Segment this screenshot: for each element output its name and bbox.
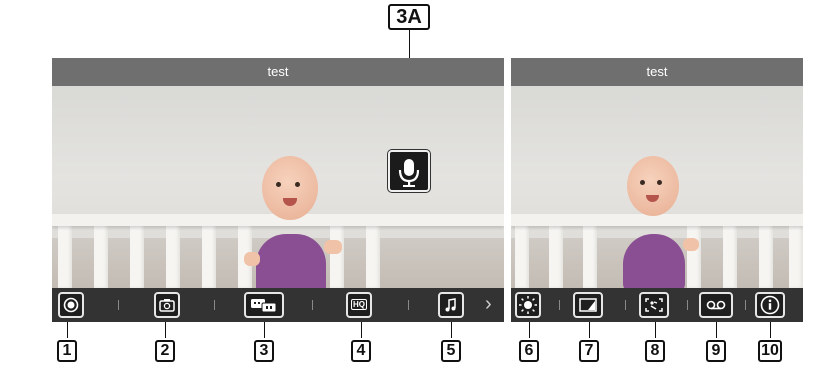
callout-1: 1 [57, 340, 77, 362]
callout-3a: 3A [388, 4, 430, 30]
camera-icon [159, 299, 175, 312]
brightness-icon [519, 296, 537, 314]
callout-6: 6 [519, 340, 539, 362]
music-note-icon [445, 298, 456, 312]
record-icon [63, 297, 79, 313]
leader-line [451, 322, 452, 338]
callout-9: 9 [706, 340, 726, 362]
lullaby-button[interactable] [438, 292, 464, 318]
leader-line [165, 322, 166, 338]
callout-2: 2 [155, 340, 175, 362]
leader-line [361, 322, 362, 338]
snapshot-button[interactable] [154, 292, 180, 318]
zoom-icon [579, 298, 597, 312]
voicemail-button[interactable] [699, 292, 733, 318]
pan-tilt-icon [645, 298, 663, 312]
camera-title-bar: test [511, 58, 803, 86]
talk-icon [251, 299, 277, 313]
leader-line [264, 322, 265, 338]
leader-line [67, 322, 68, 338]
callout-10: 10 [758, 340, 782, 362]
record-button[interactable] [58, 292, 84, 318]
microphone-icon [398, 159, 420, 187]
talk-active-indicator [388, 150, 430, 192]
hq-icon: HQ [351, 299, 367, 310]
voicemail-icon [706, 300, 726, 310]
pan-tilt-button[interactable] [639, 292, 669, 318]
leader-line [655, 322, 656, 338]
callout-3: 3 [254, 340, 274, 362]
leader-line [770, 322, 771, 338]
camera-video-feed[interactable] [511, 86, 803, 288]
callout-7: 7 [579, 340, 599, 362]
info-button[interactable] [755, 292, 785, 318]
hq-button[interactable]: HQ [346, 292, 372, 318]
info-icon [760, 295, 780, 315]
talk-button[interactable] [244, 292, 284, 318]
chevron-right-icon[interactable]: › [485, 293, 492, 316]
leader-line [716, 322, 717, 338]
camera-title-bar: test [52, 58, 504, 86]
camera-screen-left: test HQ › [52, 58, 504, 322]
left-toolbar: HQ › [52, 288, 504, 322]
camera-video-feed[interactable] [52, 86, 504, 288]
callout-8: 8 [645, 340, 665, 362]
camera-screen-right: test [511, 58, 803, 322]
leader-line [529, 322, 530, 338]
right-toolbar [511, 288, 803, 322]
callout-5: 5 [441, 340, 461, 362]
callout-4: 4 [351, 340, 371, 362]
brightness-button[interactable] [515, 292, 541, 318]
zoom-button[interactable] [573, 292, 603, 318]
leader-line [589, 322, 590, 338]
